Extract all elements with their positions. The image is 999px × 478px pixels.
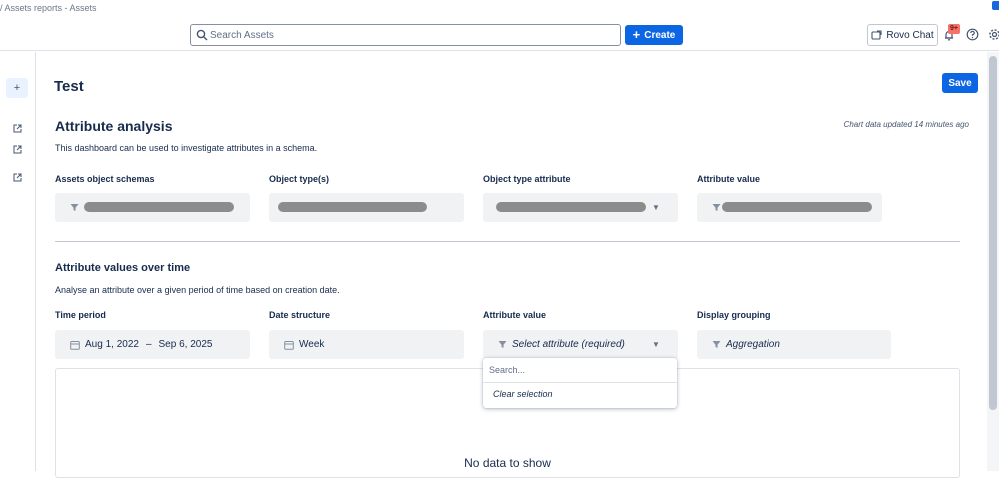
time-period-end: Sep 6, 2025 (158, 339, 213, 350)
plus-icon: + (13, 82, 21, 94)
chevron-down-icon: ▼ (652, 203, 660, 212)
filter-icon (70, 204, 79, 211)
section-heading-attribute-analysis: Attribute analysis (55, 118, 173, 134)
display-grouping-value: Aggregation (726, 339, 780, 350)
empty-state-message: No data to show (464, 456, 551, 470)
calendar-icon (284, 340, 294, 350)
rovo-chat-label: Rovo Chat (886, 29, 934, 41)
sidebar-add-button[interactable]: + (6, 78, 28, 98)
filter-label-object-type-attribute: Object type attribute (483, 174, 571, 184)
create-button[interactable]: + Create (625, 25, 683, 45)
date-structure-value: Week (299, 339, 325, 350)
time-period-start: Aug 1, 2022 (85, 339, 139, 350)
filter-label-attribute-value: Attribute value (697, 174, 761, 184)
plus-icon: + (632, 27, 641, 42)
redacted-value (722, 202, 872, 212)
rovo-chat-button[interactable]: Rovo Chat (867, 24, 938, 46)
section-description: Analyse an attribute over a given period… (55, 285, 340, 295)
filter-icon (498, 341, 507, 348)
time-period-separator: – (145, 339, 152, 350)
chevron-down-icon: ▼ (652, 340, 660, 349)
redacted-value (278, 202, 427, 212)
notifications-badge: 9+ (948, 24, 960, 34)
time-period-picker[interactable]: Aug 1, 2022 – Sep 6, 2025 (55, 330, 250, 359)
calendar-icon (70, 340, 80, 350)
display-grouping-label: Display grouping (697, 310, 771, 320)
display-grouping-select[interactable]: Aggregation (697, 330, 891, 359)
date-structure-select[interactable]: Week (269, 330, 464, 359)
dropdown-divider (483, 382, 677, 383)
external-link-icon[interactable] (13, 124, 22, 133)
attribute-value-select[interactable]: Select attribute (required) (483, 330, 678, 359)
date-structure-label: Date structure (269, 310, 331, 320)
search-icon (196, 29, 208, 41)
section-heading-values-over-time: Attribute values over time (55, 262, 191, 274)
settings-gear-icon[interactable] (988, 28, 999, 41)
time-period-label: Time period (55, 310, 106, 320)
filter-icon (712, 341, 721, 348)
scrollbar-thumb[interactable] (989, 56, 997, 410)
attribute-value-label: Attribute value (483, 310, 547, 320)
redacted-value (496, 202, 646, 212)
external-link-icon[interactable] (13, 145, 22, 154)
external-link-icon[interactable] (13, 173, 22, 182)
page-title: Test (54, 78, 84, 95)
clear-selection-option[interactable]: Clear selection (493, 389, 553, 399)
filter-label-object-schemas: Assets object schemas (55, 174, 155, 184)
attribute-value-placeholder: Select attribute (required) (512, 339, 625, 350)
create-button-label: Create (644, 29, 676, 41)
section-description: This dashboard can be used to investigat… (55, 143, 318, 153)
filter-label-object-types: Object type(s) (269, 174, 330, 184)
left-sidebar (0, 52, 36, 471)
help-icon[interactable] (966, 28, 979, 41)
search-input[interactable] (210, 25, 610, 45)
section-divider (55, 241, 960, 242)
browser-tab-title[interactable]: / Assets reports - Assets (0, 3, 97, 13)
chart-updated-note: Chart data updated 14 minutes ago (843, 120, 969, 129)
redacted-value (84, 202, 234, 212)
filter-icon (712, 204, 721, 211)
dropdown-search-input[interactable] (489, 363, 671, 377)
save-button[interactable]: Save (942, 73, 978, 93)
browser-extension-icon[interactable] (992, 1, 999, 10)
browser-tab-strip (0, 0, 999, 16)
rovo-chat-icon (871, 29, 882, 40)
